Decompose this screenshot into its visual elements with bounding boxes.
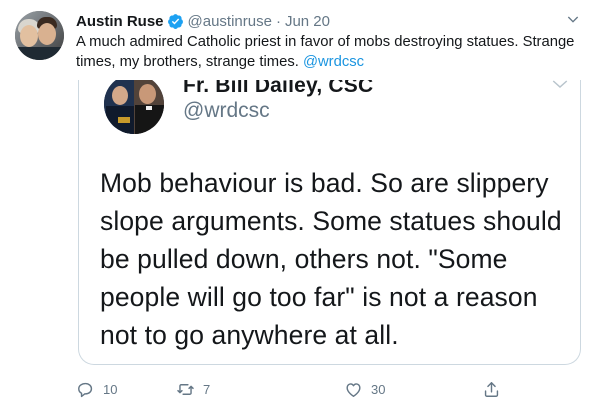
verified-badge-icon	[167, 13, 183, 29]
quoted-tweet-text: Mob behaviour is bad. So are slippery sl…	[100, 168, 562, 350]
tweet[interactable]: Austin Ruse @austinruse · Jun 20 A much …	[0, 0, 598, 408]
mention-link[interactable]: @wrdcsc	[303, 54, 364, 70]
share-button[interactable]	[482, 378, 501, 400]
retweet-icon	[177, 383, 194, 395]
like-button[interactable]: 30	[344, 378, 385, 400]
tweet-text: A much admired Catholic priest in favor …	[76, 32, 581, 72]
chevron-down-icon[interactable]	[565, 11, 581, 27]
like-count: 30	[371, 381, 386, 397]
quoted-author-avatar	[104, 80, 164, 134]
tweet-actions: 10 7 30	[76, 378, 581, 400]
reply-count: 10	[103, 381, 118, 397]
reply-button[interactable]: 10	[76, 378, 117, 400]
quoted-tweet-card[interactable]: Fr. Bill Dailey, CSC @wrdcsc Mob behavio…	[78, 80, 581, 365]
quoted-author-handle: @wrdcsc	[183, 99, 270, 122]
retweet-count: 7	[203, 381, 211, 397]
quoted-author-name: Fr. Bill Dailey, CSC	[183, 80, 374, 97]
tweet-date[interactable]: Jun 20	[285, 13, 330, 30]
share-icon	[484, 381, 499, 397]
author-avatar[interactable]	[15, 11, 64, 60]
author-handle[interactable]: @austinruse	[188, 13, 272, 30]
reply-icon	[78, 382, 93, 397]
retweet-button[interactable]: 7	[176, 378, 210, 400]
quoted-chevron-down-icon	[552, 80, 568, 89]
heart-icon	[346, 382, 361, 397]
author-name[interactable]: Austin Ruse	[76, 13, 164, 30]
tweet-header: Austin Ruse @austinruse · Jun 20	[76, 11, 330, 31]
header-separator: ·	[275, 12, 281, 30]
